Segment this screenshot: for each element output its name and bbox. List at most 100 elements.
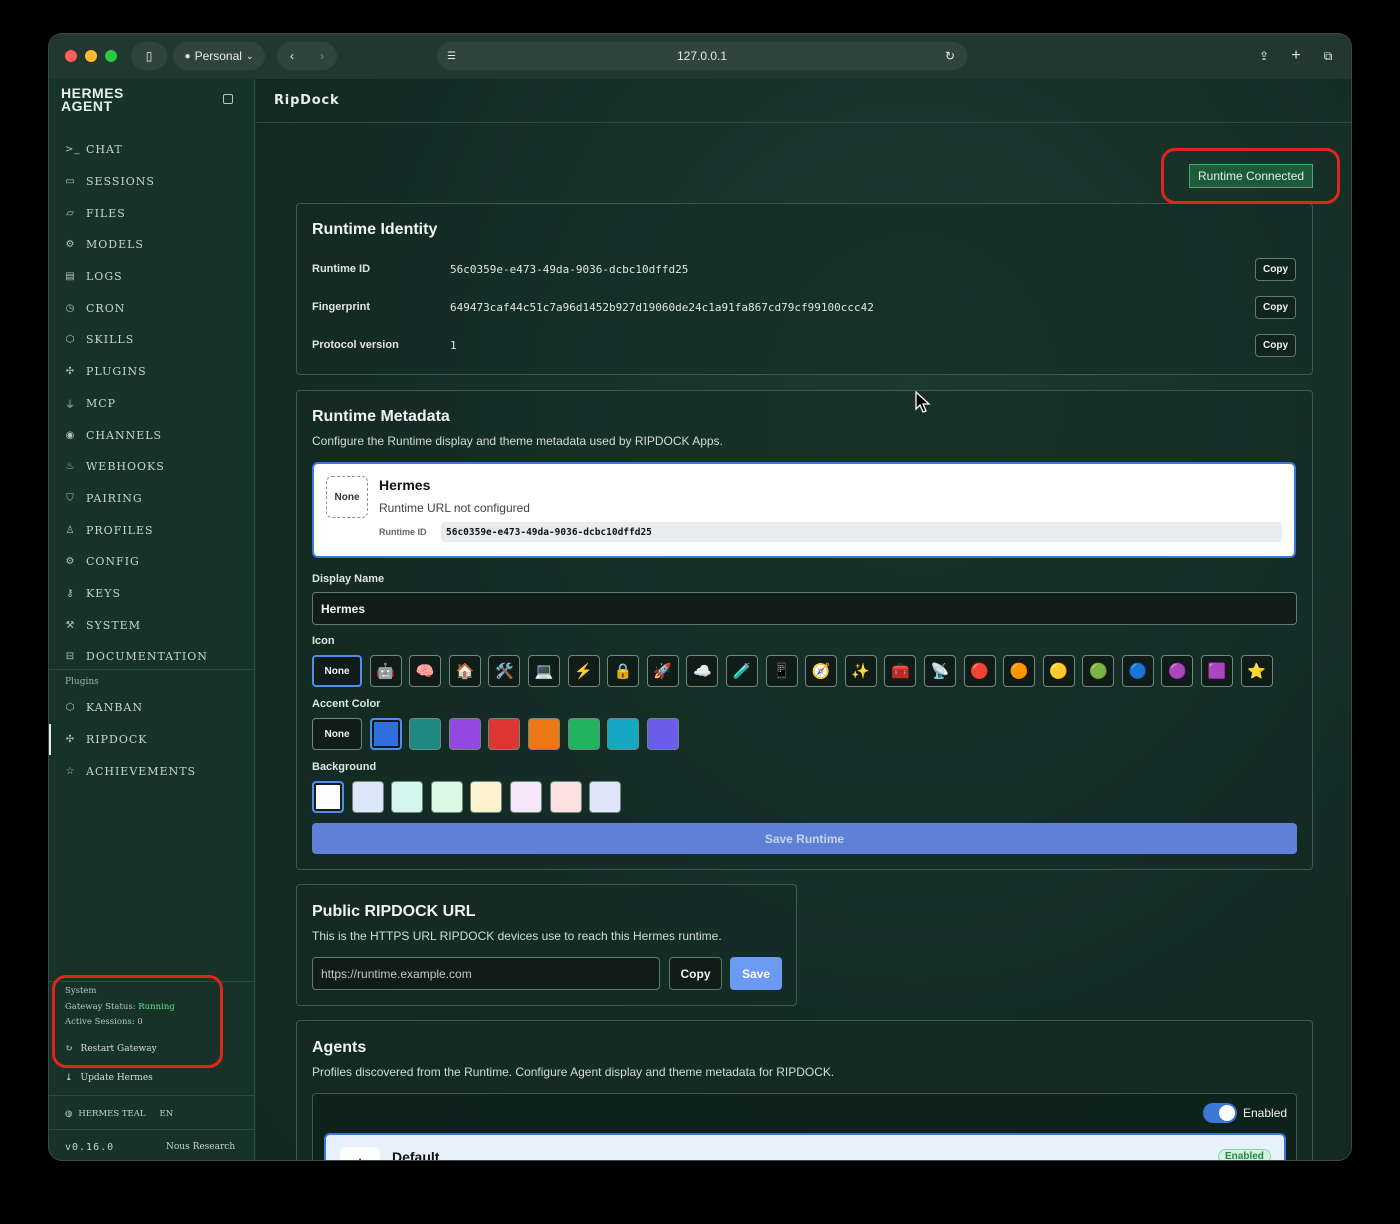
nav-item-logs[interactable]: ▤ LOGS xyxy=(49,261,255,293)
accent-color-swatch[interactable] xyxy=(527,718,560,750)
package-icon: ⬡ xyxy=(65,702,76,714)
tab-overview-icon[interactable]: ⧉ xyxy=(1313,42,1343,70)
copy-runtime-id-button[interactable]: Copy xyxy=(1255,258,1296,281)
icon-option[interactable]: 🔵 xyxy=(1121,655,1154,687)
nav-item-models[interactable]: ⚙ MODELS xyxy=(49,229,255,261)
icon-option[interactable]: ✨ xyxy=(844,655,877,687)
runtime-preview-card: None Hermes Runtime URL not configured R… xyxy=(312,462,1296,558)
agents-enabled-toggle[interactable] xyxy=(1203,1103,1237,1123)
nav-item-documentation[interactable]: ⊟ DOCUMENTATION xyxy=(49,641,255,673)
nav-item-webhooks[interactable]: ♨ WEBHOOKS xyxy=(49,451,255,483)
accent-color-swatch[interactable] xyxy=(567,718,600,750)
version-label: v0.16.0 xyxy=(65,1142,115,1153)
new-tab-icon[interactable]: + xyxy=(1281,42,1311,70)
copy-protocol-version-button[interactable]: Copy xyxy=(1255,334,1296,357)
nav-item-channels[interactable]: ◉ CHANNELS xyxy=(49,419,255,451)
accent-color-swatch[interactable] xyxy=(607,718,640,750)
copy-public-url-button[interactable]: Copy xyxy=(669,957,722,990)
sidebar-toggle-icon[interactable]: ▯ xyxy=(131,42,167,70)
display-name-input[interactable]: Hermes xyxy=(312,592,1297,625)
background-color-swatch[interactable] xyxy=(509,781,542,813)
theme-label: HERMES TEAL xyxy=(78,1109,146,1119)
icon-option[interactable]: 🟠 xyxy=(1003,655,1036,687)
profile-button[interactable]: ● Personal ⌄ xyxy=(173,42,265,70)
nav-label: KANBAN xyxy=(86,701,143,715)
icon-option[interactable]: 🔒 xyxy=(607,655,640,687)
terminal-icon: >_ xyxy=(65,144,81,156)
nav-item-mcp[interactable]: ⏚ MCP xyxy=(49,388,255,420)
accent-color-swatch[interactable] xyxy=(646,718,679,750)
icon-option[interactable]: 🛠️ xyxy=(488,655,521,687)
icon-option[interactable]: ☁️ xyxy=(686,655,719,687)
forward-icon[interactable]: › xyxy=(320,49,324,63)
nav-item-config[interactable]: ⚙ CONFIG xyxy=(49,546,255,578)
background-color-swatch[interactable] xyxy=(549,781,582,813)
nav-label: SKILLS xyxy=(86,333,135,347)
nav-item-achievements[interactable]: ☆ ACHIEVEMENTS xyxy=(49,755,255,787)
accent-color-swatch[interactable] xyxy=(448,718,481,750)
icon-option[interactable]: 🤖 xyxy=(369,655,402,687)
nav-item-cron[interactable]: ◷ CRON xyxy=(49,292,255,324)
back-icon[interactable]: ‹ xyxy=(290,49,294,63)
icon-option[interactable]: 🏠 xyxy=(448,655,481,687)
accent-color-swatch[interactable] xyxy=(409,718,442,750)
collapse-sidebar-icon[interactable] xyxy=(223,94,233,104)
language-switcher[interactable]: EN xyxy=(160,1109,174,1119)
nav-item-plugins[interactable]: ✣ PLUGINS xyxy=(49,356,255,388)
nav-item-sessions[interactable]: ▭ SESSIONS xyxy=(49,166,255,198)
icon-option[interactable]: ⚡ xyxy=(567,655,600,687)
nav-item-ripdock[interactable]: ✣ RIPDOCK xyxy=(49,723,255,756)
close-window-button[interactable] xyxy=(65,50,77,62)
icon-option[interactable]: 🧪 xyxy=(725,655,758,687)
public-url-input[interactable]: https://runtime.example.com xyxy=(312,957,660,990)
icon-option[interactable]: 💻 xyxy=(527,655,560,687)
agent-card-default[interactable]: ✦ Default Enabled xyxy=(324,1133,1286,1160)
background-color-swatch[interactable] xyxy=(391,781,424,813)
nav-item-profiles[interactable]: ♙ PROFILES xyxy=(49,514,255,546)
nav-item-kanban[interactable]: ⬡ KANBAN xyxy=(49,692,255,724)
background-color-swatch[interactable] xyxy=(312,781,344,813)
share-icon[interactable]: ⇪ xyxy=(1249,42,1279,70)
icon-option[interactable]: 🧠 xyxy=(409,655,442,687)
icon-option[interactable]: 🟪 xyxy=(1201,655,1234,687)
icon-option[interactable]: ⭐ xyxy=(1240,655,1273,687)
copy-fingerprint-button[interactable]: Copy xyxy=(1255,296,1296,319)
icon-option[interactable]: 🧭 xyxy=(805,655,838,687)
zoom-window-button[interactable] xyxy=(105,50,117,62)
page-menu-icon[interactable]: ☰ xyxy=(447,51,456,62)
icon-option[interactable]: 🧰 xyxy=(884,655,917,687)
nav-label: RIPDOCK xyxy=(86,733,148,747)
nav-item-keys[interactable]: ⚷ KEYS xyxy=(49,578,255,610)
background-color-swatch[interactable] xyxy=(430,781,463,813)
save-public-url-button[interactable]: Save xyxy=(730,957,782,990)
fingerprint-label: Fingerprint xyxy=(312,301,371,313)
icon-option[interactable]: 📡 xyxy=(923,655,956,687)
nav-item-system[interactable]: ⚒ SYSTEM xyxy=(49,609,255,641)
reload-icon[interactable]: ↻ xyxy=(945,49,955,63)
runtime-identity-heading: Runtime Identity xyxy=(312,221,438,238)
minimize-window-button[interactable] xyxy=(85,50,97,62)
theme-switcher[interactable]: ◍ HERMES TEAL EN xyxy=(65,1109,173,1119)
folder-icon: ▱ xyxy=(66,207,75,219)
background-color-swatch[interactable] xyxy=(589,781,622,813)
icon-option[interactable]: 📱 xyxy=(765,655,798,687)
nav-item-chat[interactable]: >_ CHAT xyxy=(49,134,255,166)
save-runtime-button[interactable]: Save Runtime xyxy=(312,823,1297,854)
background-color-swatch[interactable] xyxy=(351,781,384,813)
accent-color-swatch[interactable] xyxy=(369,718,402,750)
address-bar[interactable]: ☰ 127.0.0.1 ↻ xyxy=(437,42,967,70)
icon-option-none[interactable]: None xyxy=(312,655,362,687)
accent-option-none[interactable]: None xyxy=(312,718,362,750)
nav-item-files[interactable]: ▱ FILES xyxy=(49,197,255,229)
icon-option[interactable]: 🟣 xyxy=(1161,655,1194,687)
nav-item-skills[interactable]: ⬡ SKILLS xyxy=(49,324,255,356)
update-hermes-button[interactable]: ⤓ Update Hermes xyxy=(65,1073,153,1083)
history-nav: ‹ › xyxy=(277,42,337,70)
background-color-swatch[interactable] xyxy=(470,781,503,813)
icon-option[interactable]: 🟡 xyxy=(1042,655,1075,687)
icon-option[interactable]: 🟢 xyxy=(1082,655,1115,687)
nav-item-pairing[interactable]: ⛉ PAIRING xyxy=(49,483,255,515)
icon-option[interactable]: 🔴 xyxy=(963,655,996,687)
accent-color-swatch[interactable] xyxy=(488,718,521,750)
icon-option[interactable]: 🚀 xyxy=(646,655,679,687)
